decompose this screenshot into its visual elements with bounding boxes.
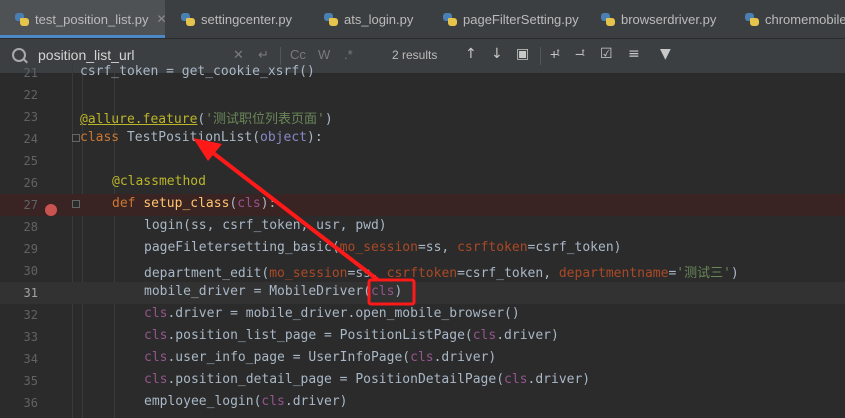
highlight-box <box>367 278 416 306</box>
annotation-arrow <box>206 147 380 282</box>
annotation-overlay <box>193 138 416 306</box>
